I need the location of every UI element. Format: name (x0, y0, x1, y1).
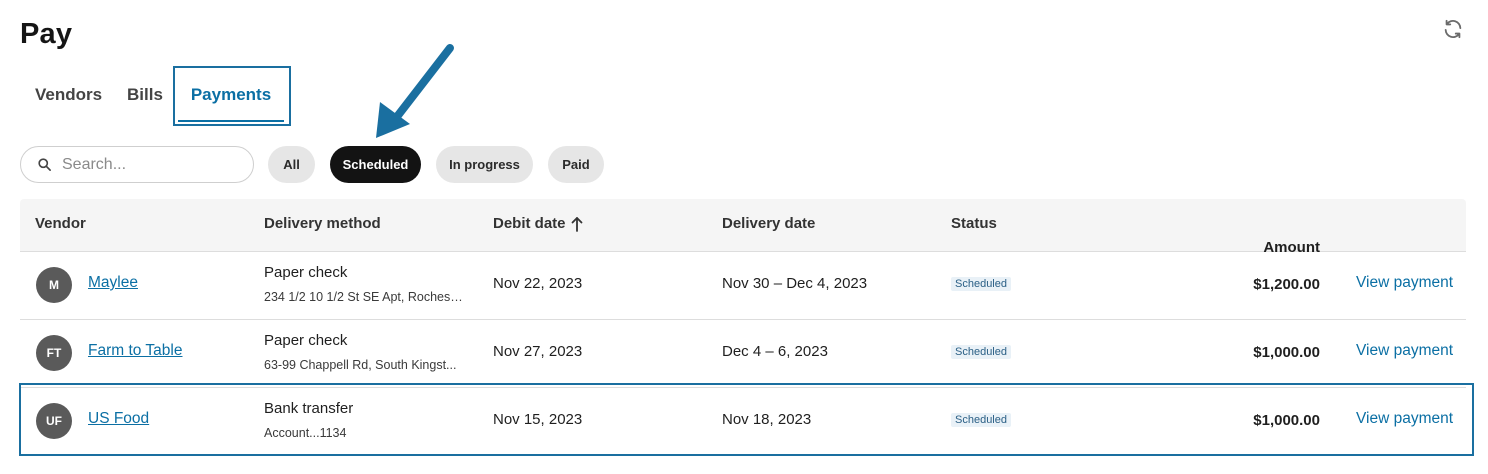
header-debit-date-label: Debit date (493, 215, 566, 232)
header-delivery-method: Delivery method (264, 215, 381, 232)
delivery-method: Paper check (264, 264, 348, 281)
payments-table: Vendor Delivery method Debit date Delive… (20, 199, 1466, 456)
table-row: M Maylee Paper check 234 1/2 10 1/2 St S… (20, 252, 1466, 320)
filter-paid[interactable]: Paid (548, 146, 604, 183)
search-field[interactable] (20, 146, 254, 183)
amount: $1,200.00 (1253, 276, 1320, 293)
refresh-icon (1444, 19, 1462, 39)
avatar: FT (36, 335, 72, 371)
amount: $1,000.00 (1253, 344, 1320, 361)
delivery-method-detail: 234 1/2 10 1/2 St SE Apt, Rochest... (264, 290, 464, 304)
header-status: Status (951, 215, 997, 232)
tab-payments[interactable]: Payments (178, 72, 284, 122)
status-badge: Scheduled (951, 345, 1011, 359)
search-icon (37, 157, 52, 172)
table-row: UF US Food Bank transfer Account...1134 … (20, 388, 1466, 456)
search-input[interactable] (60, 154, 244, 175)
vendor-link[interactable]: Farm to Table (88, 342, 182, 360)
tab-vendors[interactable]: Vendors (35, 72, 102, 118)
delivery-method: Bank transfer (264, 400, 354, 417)
delivery-date: Nov 18, 2023 (722, 411, 812, 428)
vendor-link[interactable]: Maylee (88, 274, 138, 292)
view-payment-link[interactable]: View payment (1356, 342, 1453, 360)
filter-all[interactable]: All (268, 146, 315, 183)
header-delivery-date: Delivery date (722, 215, 816, 232)
page-title: Pay (20, 18, 73, 50)
view-payment-link[interactable]: View payment (1356, 274, 1453, 292)
arrow-up-icon (571, 217, 582, 232)
delivery-method: Paper check (264, 332, 348, 349)
debit-date: Nov 22, 2023 (493, 275, 583, 292)
filter-scheduled[interactable]: Scheduled (330, 146, 421, 183)
status-badge: Scheduled (951, 277, 1011, 291)
delivery-method-detail: Account...1134 (264, 426, 347, 440)
tab-bills[interactable]: Bills (127, 72, 163, 118)
avatar: M (36, 267, 72, 303)
table-header: Vendor Delivery method Debit date Delive… (20, 199, 1466, 256)
delivery-date: Dec 4 – 6, 2023 (722, 343, 828, 360)
debit-date: Nov 27, 2023 (493, 343, 583, 360)
table-row: FT Farm to Table Paper check 63-99 Chapp… (20, 320, 1466, 388)
debit-date: Nov 15, 2023 (493, 411, 583, 428)
avatar: UF (36, 403, 72, 439)
view-payment-link[interactable]: View payment (1356, 410, 1453, 428)
arrow-icon (376, 44, 454, 138)
header-vendor: Vendor (35, 215, 86, 232)
status-badge: Scheduled (951, 413, 1011, 427)
refresh-button[interactable] (1440, 16, 1466, 42)
filter-in-progress[interactable]: In progress (436, 146, 533, 183)
vendor-link[interactable]: US Food (88, 410, 149, 428)
delivery-date: Nov 30 – Dec 4, 2023 (722, 275, 868, 292)
header-debit-date[interactable]: Debit date (493, 199, 583, 249)
amount: $1,000.00 (1253, 412, 1320, 429)
delivery-method-detail: 63-99 Chappell Rd, South Kingst... (264, 358, 457, 372)
